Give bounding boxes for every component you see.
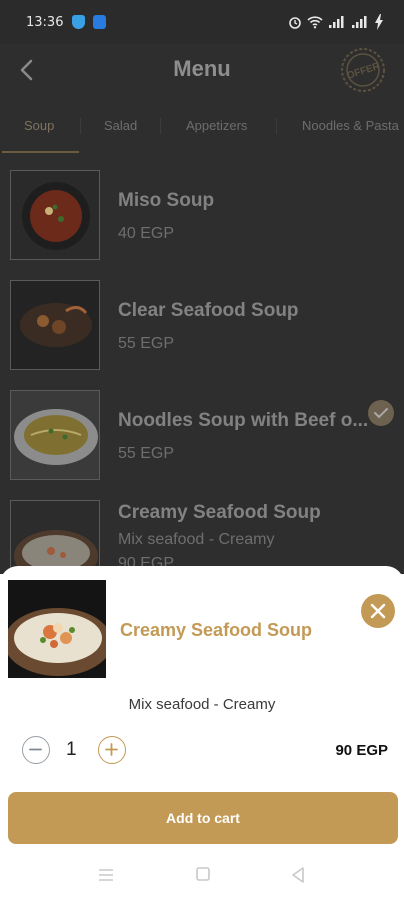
total-price: 90 EGP — [335, 742, 388, 759]
tab-divider — [276, 118, 277, 134]
sheet-item-image — [8, 580, 106, 678]
increase-quantity-button[interactable] — [98, 736, 126, 764]
screen: 13:36 Menu OFFER Soup Salad Appetizers N… — [0, 0, 404, 900]
sheet-item-description: Mix seafood - Creamy — [128, 696, 276, 713]
category-tabs: Soup Salad Appetizers Noodles & Pasta — [0, 100, 404, 154]
menu-item-price: 55 EGP — [118, 335, 175, 352]
menu-item-noodles-soup-beef[interactable]: Noodles Soup with Beef o... 55 EGP — [0, 382, 404, 492]
signal-2-icon — [352, 16, 367, 28]
menu-item-image — [10, 390, 100, 480]
menu-item-price: 40 EGP — [118, 225, 175, 242]
signal-icon — [329, 16, 344, 28]
menu-item-description: Mix seafood - Creamy — [118, 531, 275, 548]
menu-item-image — [10, 170, 100, 260]
menu-item-clear-seafood-soup[interactable]: Clear Seafood Soup 55 EGP — [0, 272, 404, 382]
vpn-shield-icon — [72, 15, 85, 29]
recent-apps-icon[interactable] — [97, 866, 115, 884]
sheet-item-name: Creamy Seafood Soup — [120, 620, 313, 640]
home-icon[interactable] — [195, 866, 211, 882]
menu-item-name: Noodles Soup with Beef o... — [118, 410, 369, 431]
menu-list: Miso Soup 40 EGP Clear Seafood Soup 55 E… — [0, 154, 404, 590]
plus-icon — [105, 743, 118, 756]
tab-salad[interactable]: Salad — [104, 118, 137, 133]
minus-icon — [29, 748, 42, 751]
system-nav-bar — [0, 856, 404, 896]
decrease-quantity-button[interactable] — [22, 736, 50, 764]
add-to-cart-button[interactable]: Add to cart — [8, 792, 398, 844]
battery-charging-icon — [375, 14, 383, 30]
close-button[interactable] — [361, 594, 395, 628]
quantity-value: 1 — [66, 739, 77, 760]
alarm-icon — [289, 17, 301, 29]
status-time: 13:36 — [26, 15, 64, 30]
status-bar: 13:36 — [0, 0, 404, 44]
item-detail-sheet: Creamy Seafood Soup Mix seafood - Creamy… — [0, 566, 404, 900]
security-app-icon — [93, 15, 106, 29]
tab-soup[interactable]: Soup — [24, 118, 54, 133]
menu-item-name: Miso Soup — [118, 190, 215, 211]
active-tab-indicator — [2, 151, 79, 153]
back-nav-icon[interactable] — [290, 866, 306, 884]
menu-item-price: 55 EGP — [118, 445, 175, 462]
wifi-icon — [307, 16, 323, 29]
tab-divider — [160, 118, 161, 134]
close-icon — [370, 603, 386, 619]
tab-divider — [80, 118, 81, 134]
menu-item-image — [10, 280, 100, 370]
tab-appetizers[interactable]: Appetizers — [186, 118, 247, 133]
status-icons — [288, 14, 384, 30]
offer-badge-icon[interactable]: OFFER — [338, 46, 388, 94]
header: Menu OFFER — [0, 44, 404, 100]
menu-item-name: Clear Seafood Soup — [118, 300, 299, 321]
menu-item-miso-soup[interactable]: Miso Soup 40 EGP — [0, 162, 404, 272]
selected-check-icon — [368, 400, 394, 426]
tab-noodles-pasta[interactable]: Noodles & Pasta — [302, 118, 399, 133]
menu-item-name: Creamy Seafood Soup — [118, 502, 321, 523]
